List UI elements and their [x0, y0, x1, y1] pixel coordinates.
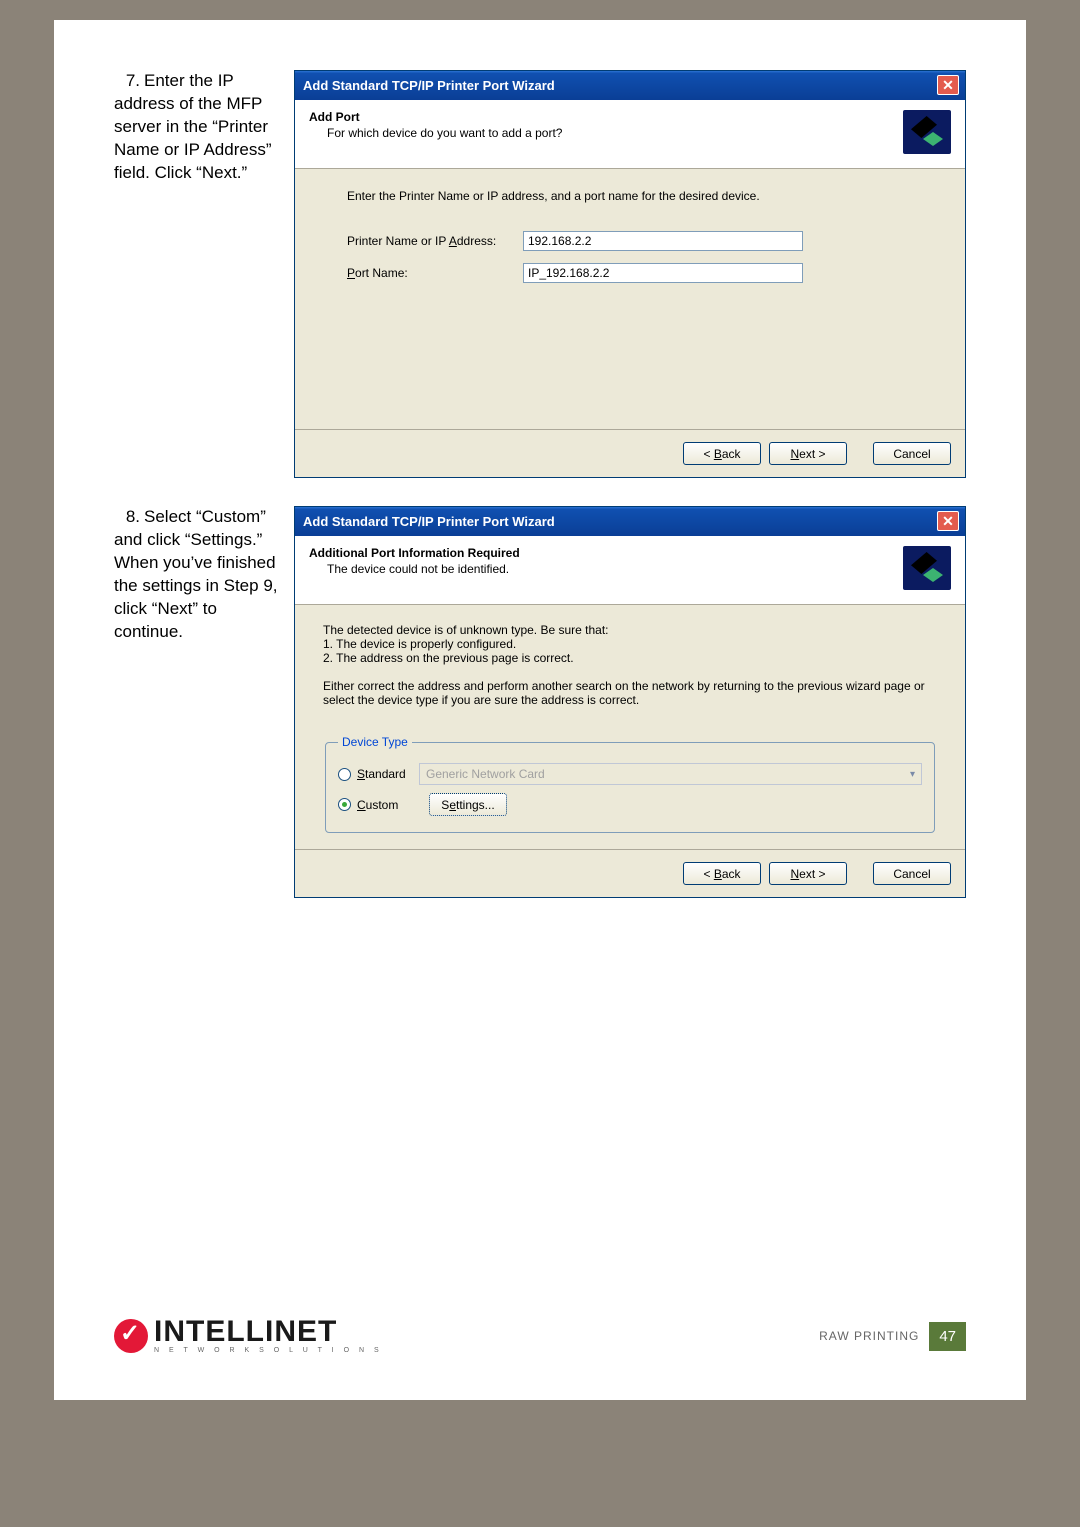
titlebar: Add Standard TCP/IP Printer Port Wizard … [295, 507, 965, 536]
device-type-dropdown: Generic Network Card ▾ [419, 763, 922, 785]
printer-port-icon [903, 110, 951, 154]
dropdown-value: Generic Network Card [426, 767, 545, 781]
back-button[interactable]: < Back [683, 862, 761, 885]
dialog-header: Additional Port Information Required The… [295, 536, 965, 605]
dialog-header: Add Port For which device do you want to… [295, 100, 965, 169]
header-subtitle: For which device do you want to add a po… [309, 126, 895, 140]
port-name-label: Port Name: [347, 266, 523, 280]
printer-port-icon [903, 546, 951, 590]
radio-custom-row[interactable]: Custom Settings... [338, 793, 922, 816]
check-item-2: 2. The address on the previous page is c… [323, 651, 937, 665]
radio-custom-label: Custom [357, 798, 419, 812]
device-type-group: Device Type Standard Generic Network Car… [325, 735, 935, 833]
step-7-number: 7. [114, 70, 140, 93]
page-indicator: RAW PRINTING 47 [819, 1322, 966, 1351]
brand-tagline: N E T W O R K S O L U T I O N S [154, 1347, 383, 1354]
radio-standard-label: Standard [357, 767, 419, 781]
next-button[interactable]: Next > [769, 862, 847, 885]
header-title: Additional Port Information Required [309, 546, 895, 560]
step-8-text: 8.Select “Custom” and click “Settings.” … [114, 506, 294, 898]
detected-text: The detected device is of unknown type. … [323, 623, 937, 637]
radio-standard[interactable] [338, 768, 351, 781]
chevron-down-icon: ▾ [910, 769, 915, 780]
step-7-row: 7.Enter the IP address of the MFP server… [114, 70, 966, 478]
device-type-legend: Device Type [338, 735, 412, 749]
page-footer: INTELLINET N E T W O R K S O L U T I O N… [114, 1318, 966, 1354]
next-button[interactable]: Next > [769, 442, 847, 465]
manual-page: 7.Enter the IP address of the MFP server… [54, 20, 1026, 1400]
radio-custom[interactable] [338, 798, 351, 811]
dialog-body: The detected device is of unknown type. … [295, 605, 965, 849]
back-button[interactable]: < Back [683, 442, 761, 465]
printer-address-input[interactable] [523, 231, 803, 251]
cancel-button[interactable]: Cancel [873, 862, 951, 885]
brand-logo: INTELLINET N E T W O R K S O L U T I O N… [114, 1318, 383, 1354]
checkmark-icon [114, 1319, 148, 1353]
titlebar: Add Standard TCP/IP Printer Port Wizard … [295, 71, 965, 100]
port-name-input[interactable] [523, 263, 803, 283]
dialog-footer: < Back Next > Cancel [295, 429, 965, 477]
dialog-body: Enter the Printer Name or IP address, an… [295, 169, 965, 429]
close-icon[interactable]: ✕ [937, 511, 959, 531]
correction-text: Either correct the address and perform a… [323, 679, 937, 707]
step-7-text: 7.Enter the IP address of the MFP server… [114, 70, 294, 478]
dialog-title: Add Standard TCP/IP Printer Port Wizard [303, 514, 555, 529]
header-subtitle: The device could not be identified. [309, 562, 895, 576]
brand-name: INTELLINET [154, 1318, 383, 1345]
step-8-row: 8.Select “Custom” and click “Settings.” … [114, 506, 966, 898]
dialog-add-port: Add Standard TCP/IP Printer Port Wizard … [294, 70, 966, 478]
printer-address-label: Printer Name or IP Address: [347, 234, 523, 248]
dialog-additional-info: Add Standard TCP/IP Printer Port Wizard … [294, 506, 966, 898]
radio-standard-row[interactable]: Standard Generic Network Card ▾ [338, 763, 922, 785]
step-8-number: 8. [114, 506, 140, 529]
check-item-1: 1. The device is properly configured. [323, 637, 937, 651]
dialog-title: Add Standard TCP/IP Printer Port Wizard [303, 78, 555, 93]
settings-button[interactable]: Settings... [429, 793, 507, 816]
close-icon[interactable]: ✕ [937, 75, 959, 95]
cancel-button[interactable]: Cancel [873, 442, 951, 465]
header-title: Add Port [309, 110, 895, 124]
page-number: 47 [929, 1322, 966, 1351]
section-label: RAW PRINTING [819, 1329, 919, 1343]
dialog-footer: < Back Next > Cancel [295, 849, 965, 897]
instruction-text: Enter the Printer Name or IP address, an… [347, 189, 929, 203]
